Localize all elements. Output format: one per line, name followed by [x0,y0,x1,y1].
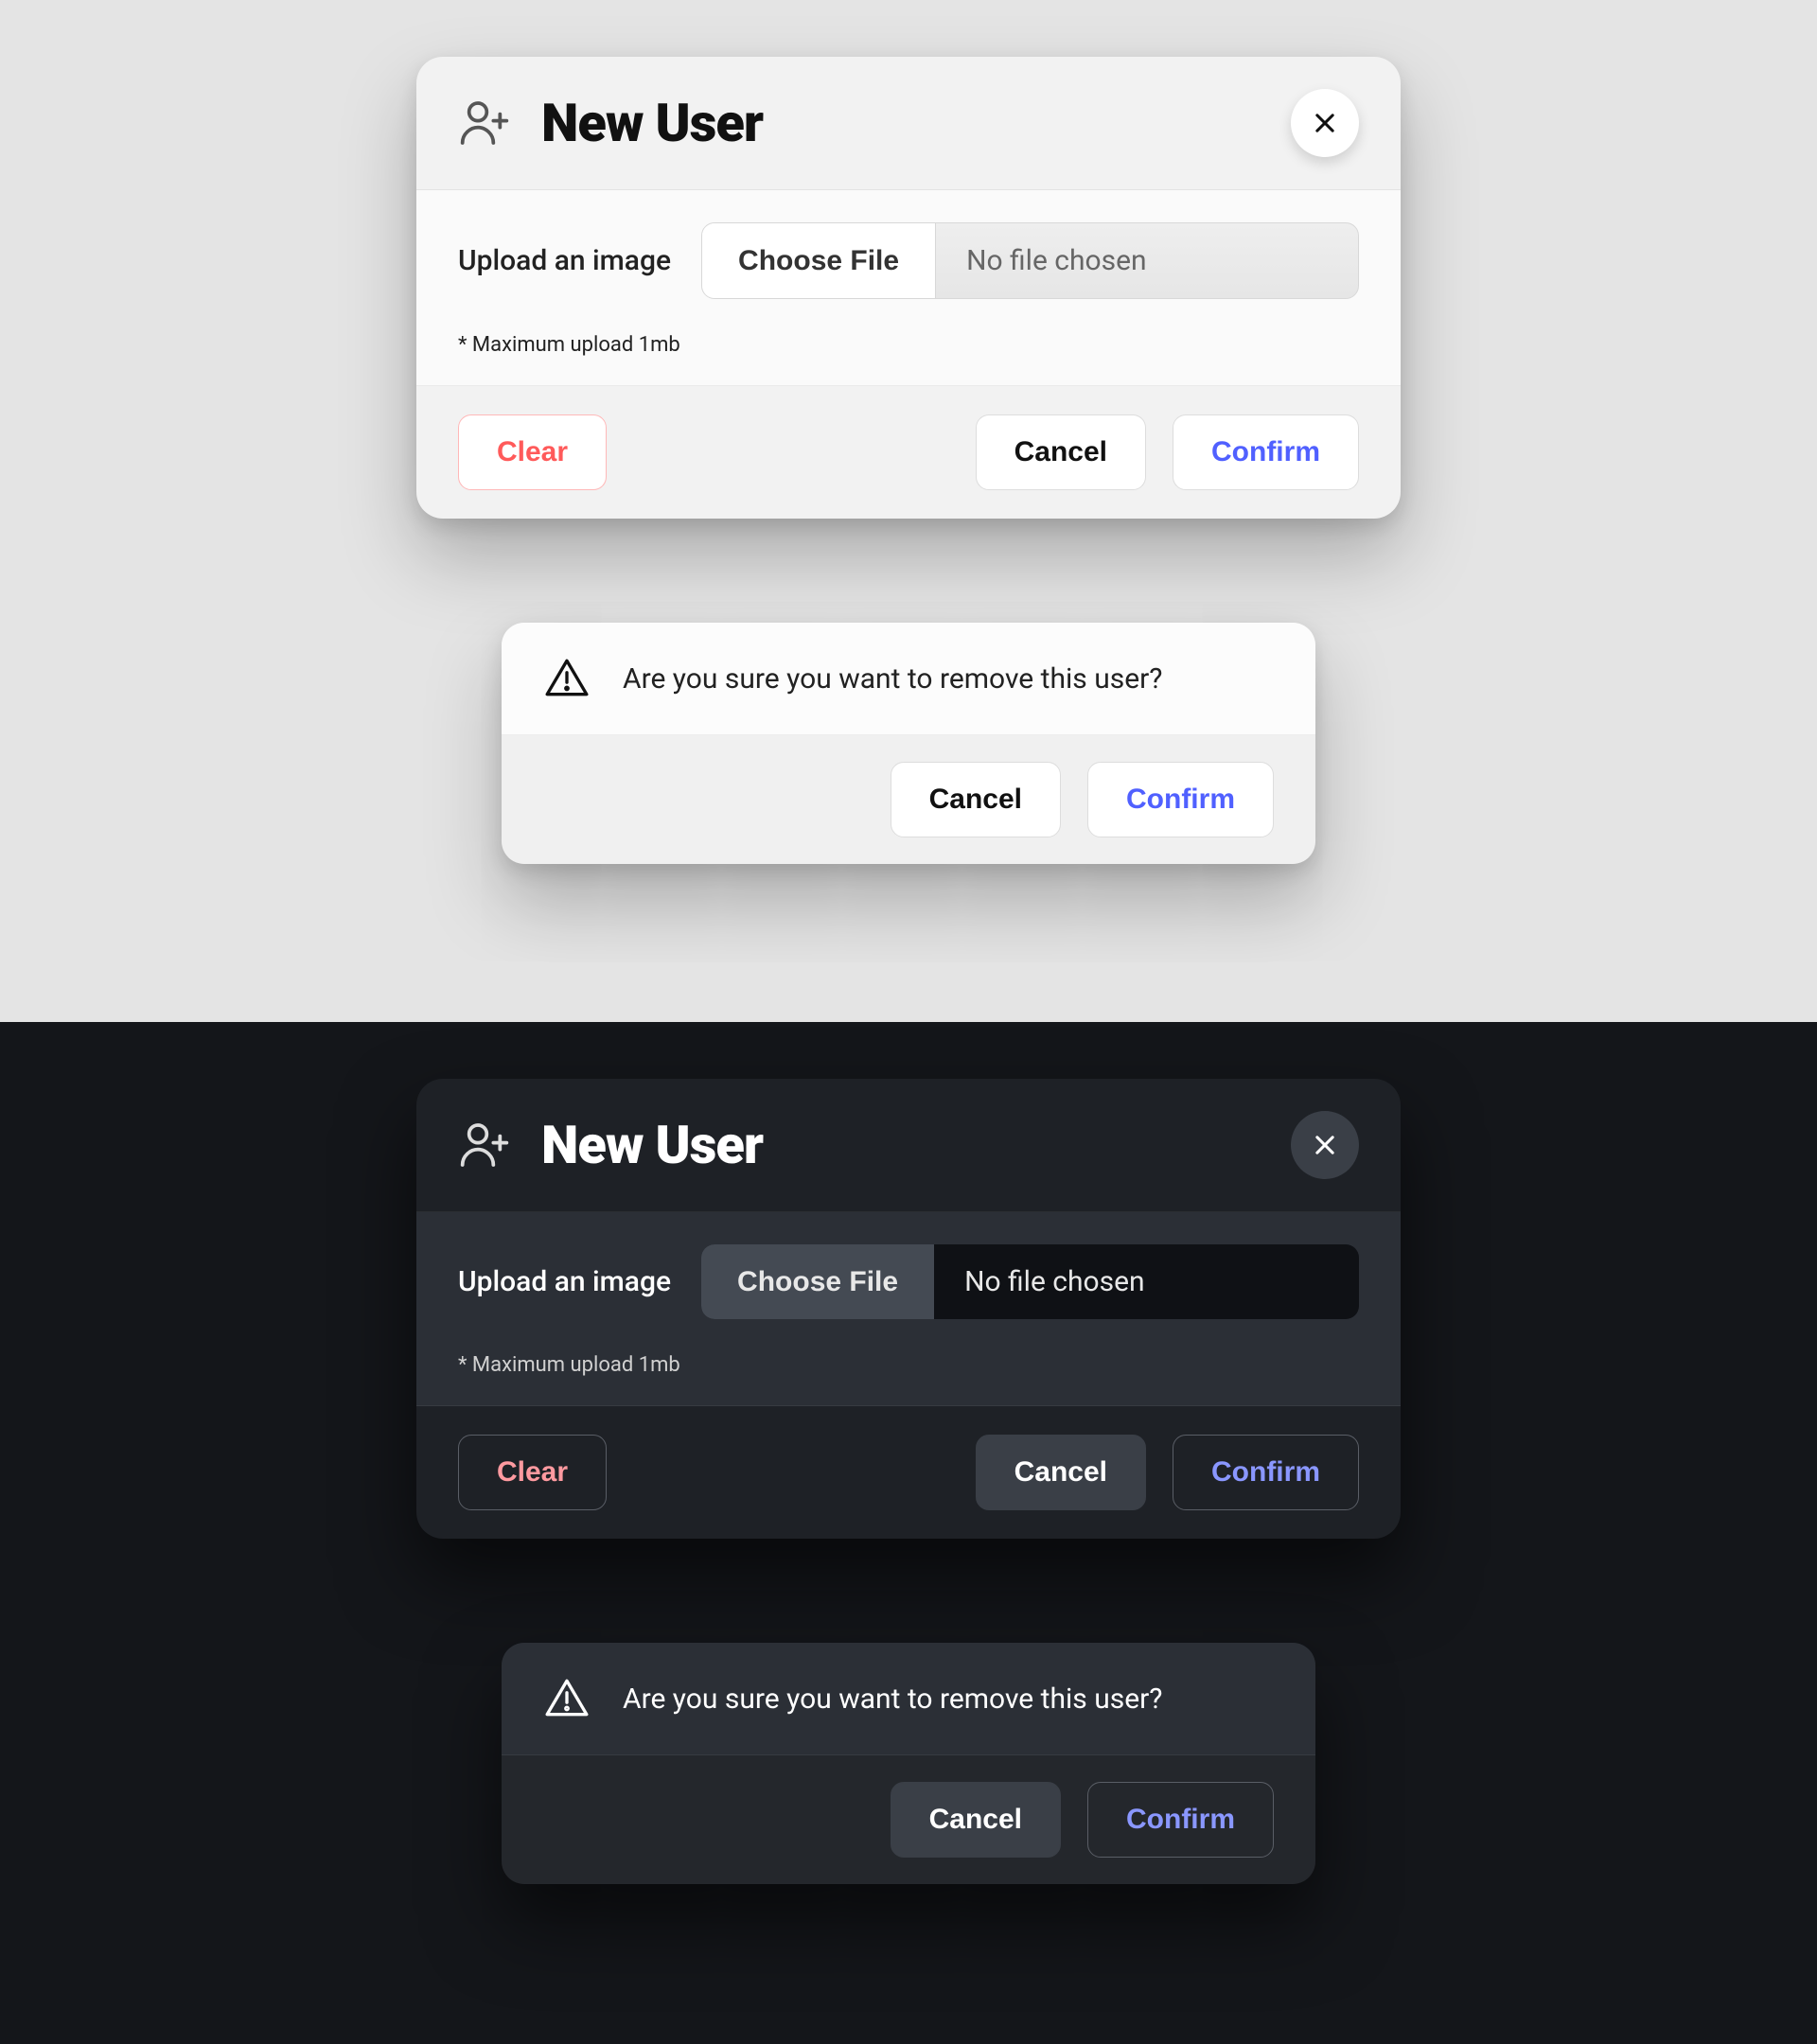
close-button[interactable] [1291,1111,1359,1179]
modal-title: New User [541,92,1261,154]
alert-footer: Cancel Confirm [502,1755,1315,1884]
clear-button[interactable]: Clear [458,414,607,490]
upload-row: Upload an image Choose File No file chos… [458,1244,1359,1319]
confirm-button[interactable]: Confirm [1173,1435,1359,1510]
alert-message: Are you sure you want to remove this use… [623,1683,1162,1716]
upload-hint: * Maximum upload 1mb [458,333,1359,357]
alert-cancel-button[interactable]: Cancel [891,1782,1061,1858]
modal-body: Upload an image Choose File No file chos… [416,1212,1401,1406]
alert-message: Are you sure you want to remove this use… [623,662,1162,696]
clear-button[interactable]: Clear [458,1435,607,1510]
new-user-modal-dark: New User Upload an image Choose File No … [416,1079,1401,1539]
file-input-group: Choose File No file chosen [701,1244,1359,1319]
close-icon [1312,1132,1338,1158]
file-input-group: Choose File No file chosen [701,222,1359,299]
alert-body: Are you sure you want to remove this use… [502,623,1315,735]
alert-cancel-button[interactable]: Cancel [891,762,1061,837]
choose-file-button[interactable]: Choose File [701,1244,934,1319]
upload-label: Upload an image [458,244,671,277]
file-status: No file chosen [936,223,1358,298]
modal-header: New User [416,1079,1401,1212]
choose-file-button[interactable]: Choose File [702,223,936,298]
modal-footer: Clear Cancel Confirm [416,386,1401,519]
warning-icon [543,1675,591,1722]
upload-hint: * Maximum upload 1mb [458,1353,1359,1377]
remove-user-alert: Are you sure you want to remove this use… [502,623,1315,864]
alert-confirm-button[interactable]: Confirm [1087,762,1274,837]
alert-body: Are you sure you want to remove this use… [502,1643,1315,1755]
modal-header: New User [416,57,1401,190]
dark-theme-panel: New User Upload an image Choose File No … [0,1022,1817,2044]
warning-icon [543,655,591,702]
user-plus-icon [458,97,511,150]
cancel-button[interactable]: Cancel [976,1435,1146,1510]
upload-row: Upload an image Choose File No file chos… [458,222,1359,299]
alert-confirm-button[interactable]: Confirm [1087,1782,1274,1858]
close-button[interactable] [1291,89,1359,157]
close-icon [1312,110,1338,136]
remove-user-alert-dark: Are you sure you want to remove this use… [502,1643,1315,1884]
light-theme-panel: New User Upload an image Choose File No … [0,0,1817,1022]
alert-footer: Cancel Confirm [502,735,1315,864]
user-plus-icon [458,1119,511,1172]
new-user-modal: New User Upload an image Choose File No … [416,57,1401,519]
modal-body: Upload an image Choose File No file chos… [416,190,1401,386]
cancel-button[interactable]: Cancel [976,414,1146,490]
file-status: No file chosen [934,1244,1359,1319]
confirm-button[interactable]: Confirm [1173,414,1359,490]
modal-title: New User [541,1114,1261,1176]
upload-label: Upload an image [458,1265,671,1298]
modal-footer: Clear Cancel Confirm [416,1406,1401,1539]
